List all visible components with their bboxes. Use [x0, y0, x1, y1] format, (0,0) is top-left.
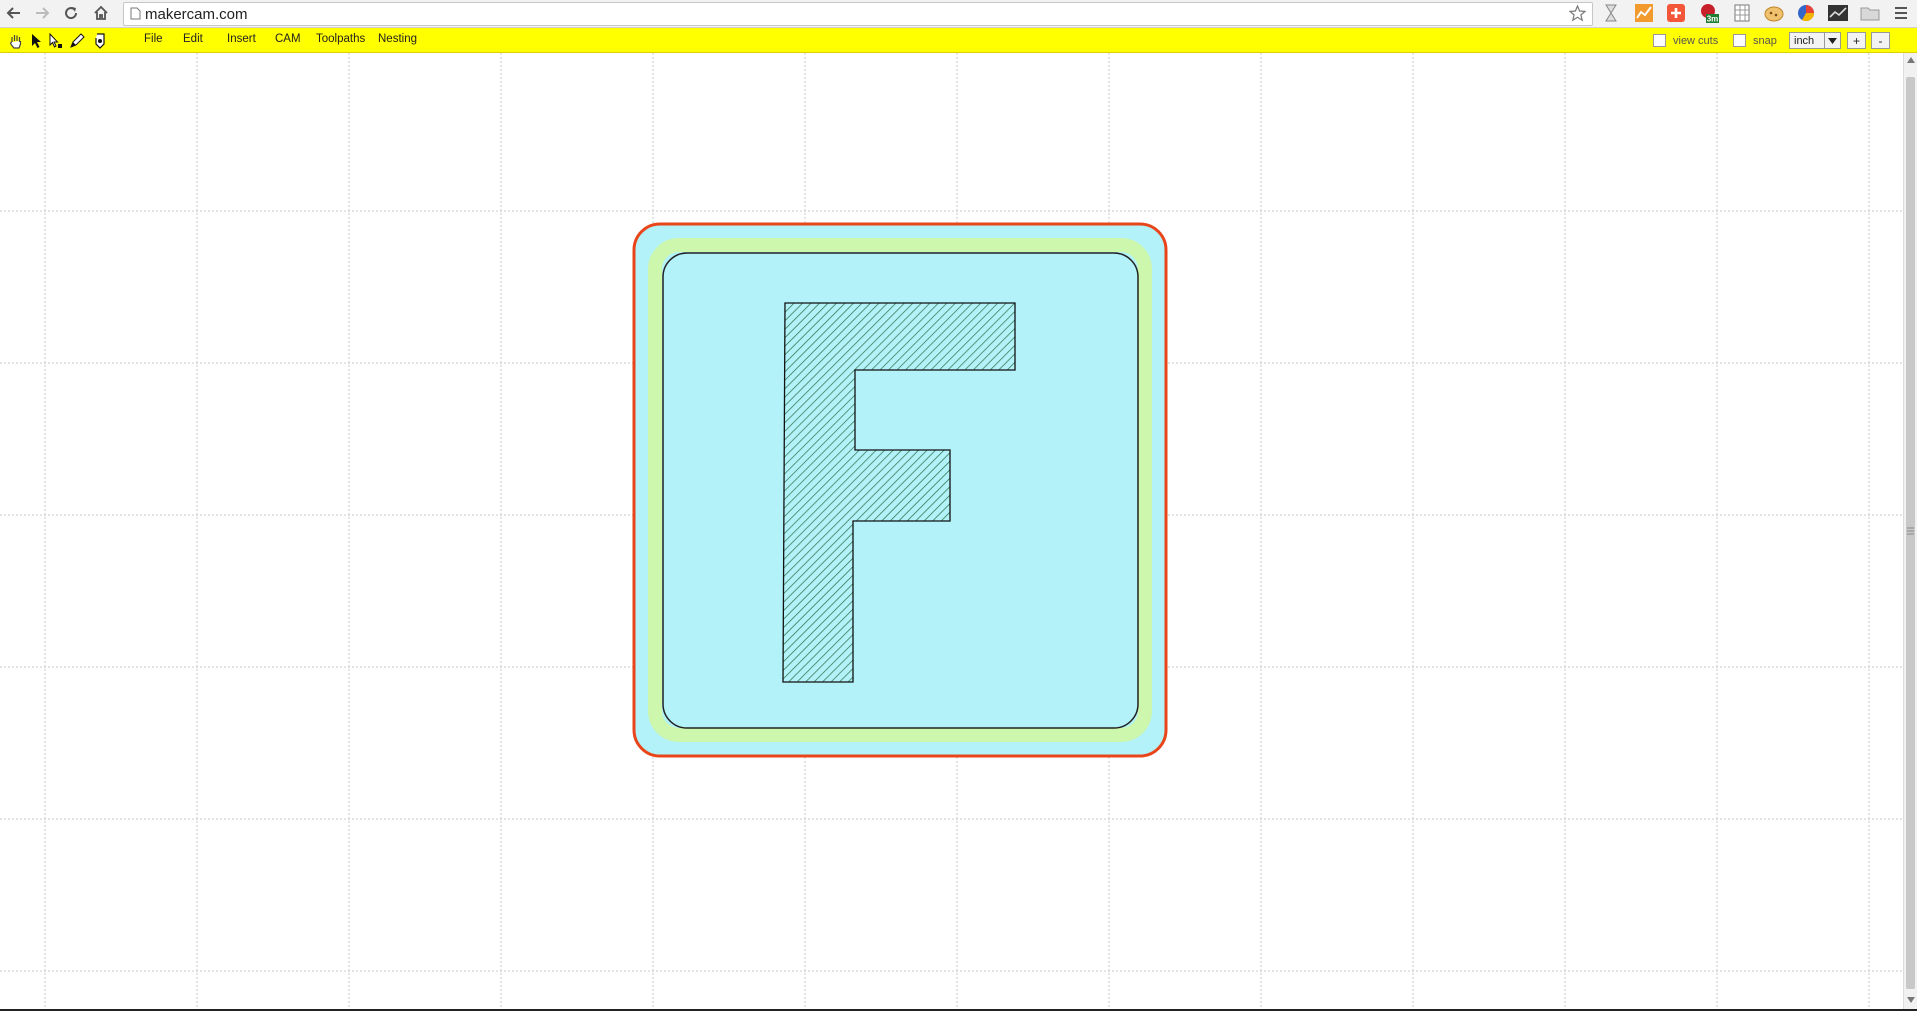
menu-file[interactable]: File — [144, 32, 163, 47]
home-icon[interactable] — [90, 2, 112, 24]
grid-icon[interactable] — [1732, 3, 1752, 23]
view-cuts-label: view cuts — [1673, 35, 1719, 47]
star-icon[interactable] — [1569, 5, 1586, 22]
back-icon[interactable] — [3, 2, 25, 24]
svg-text:3m: 3m — [1707, 15, 1719, 24]
scroll-up-icon[interactable] — [1907, 57, 1915, 63]
plus-icon[interactable] — [1666, 3, 1686, 23]
menu-edit[interactable]: Edit — [183, 32, 203, 47]
reload-icon[interactable] — [60, 2, 82, 24]
chevron-down-icon — [1824, 33, 1840, 48]
cookie-icon[interactable] — [1764, 3, 1784, 23]
canvas-svg — [0, 53, 1903, 1009]
url-text: makercam.com — [145, 5, 248, 23]
pointer-tool-icon[interactable] — [28, 32, 45, 49]
badge-3m-icon[interactable]: 3m — [1699, 3, 1719, 23]
unit-value: inch — [1794, 34, 1815, 47]
zoom-in-button[interactable]: + — [1847, 32, 1866, 49]
pie-icon[interactable] — [1796, 3, 1816, 23]
view-cuts-checkbox[interactable] — [1653, 34, 1666, 47]
graph-icon[interactable] — [1828, 3, 1848, 23]
design-canvas[interactable] — [0, 53, 1903, 1009]
zoom-out-button[interactable]: - — [1871, 32, 1890, 49]
menu-cam[interactable]: CAM — [275, 32, 301, 47]
chart-icon[interactable] — [1634, 3, 1654, 23]
browser-toolbar: makercam.com 3m — [0, 0, 1917, 28]
scroll-down-icon[interactable] — [1907, 997, 1915, 1003]
menu-toolpaths[interactable]: Toolpaths — [316, 32, 365, 47]
hourglass-icon[interactable] — [1601, 3, 1621, 23]
unit-select[interactable]: inch — [1789, 32, 1841, 49]
snap-checkbox[interactable] — [1733, 34, 1746, 47]
forward-icon[interactable] — [31, 2, 53, 24]
scroll-thumb[interactable] — [1906, 77, 1915, 989]
menu-icon[interactable] — [1891, 3, 1911, 23]
snap-label: snap — [1753, 35, 1777, 47]
folder-icon[interactable] — [1860, 3, 1880, 23]
app-toolbar: File Edit Insert CAM Toolpaths Nesting v… — [0, 28, 1917, 53]
hand-tool-icon[interactable] — [7, 32, 24, 49]
menu-insert[interactable]: Insert — [227, 32, 256, 47]
pen-tool-icon[interactable] — [68, 32, 85, 49]
vertical-scrollbar[interactable] — [1903, 53, 1917, 1009]
node-tool-icon[interactable] — [47, 32, 64, 49]
page-icon — [130, 7, 141, 20]
shape-tool-icon[interactable] — [91, 32, 108, 49]
menu-nesting[interactable]: Nesting — [378, 32, 417, 47]
address-bar[interactable]: makercam.com — [123, 2, 1593, 26]
